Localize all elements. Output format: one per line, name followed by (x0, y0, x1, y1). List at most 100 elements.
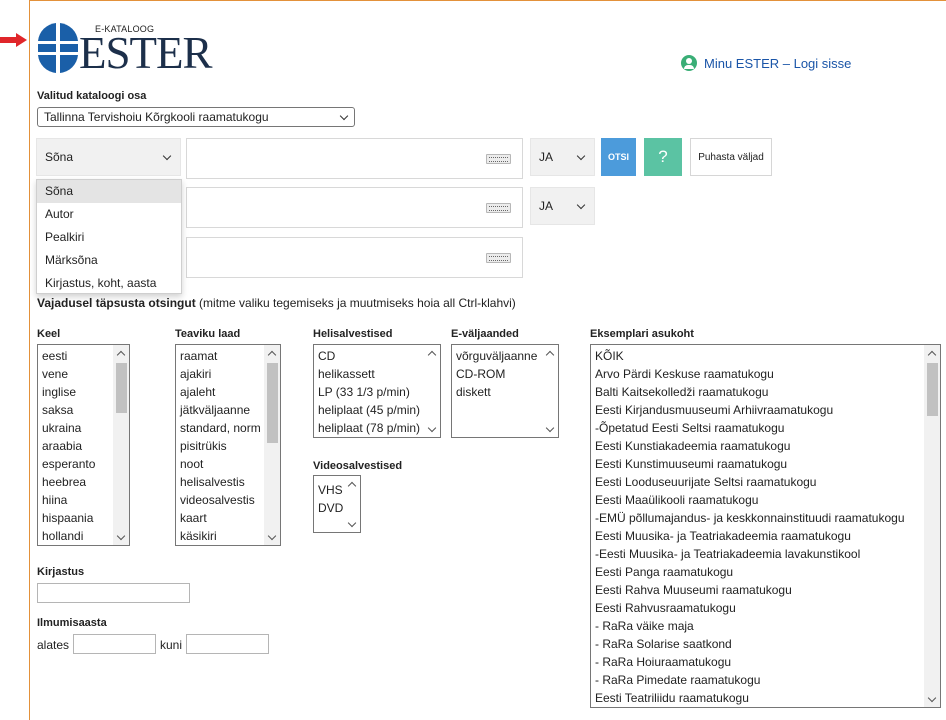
list-option[interactable]: -EMÜ põllumajandus- ja keskkonnainstituu… (595, 509, 940, 527)
list-option[interactable]: - RaRa väike maja (595, 617, 940, 635)
video-label: Videosalvestised (313, 460, 403, 472)
year-label: Ilmumisaasta (37, 617, 107, 629)
refine-hint-text: (mitme valiku tegemiseks ja muutmiseks h… (195, 296, 516, 310)
logo-mark-icon (38, 23, 78, 73)
chevron-down-icon (577, 202, 585, 210)
list-option[interactable]: Eesti Kirjandusmuuseumi Arhiivraamatukog… (595, 401, 940, 419)
search-input-2[interactable] (186, 187, 523, 228)
scroll-up-icon[interactable] (347, 479, 357, 489)
eformat-label: E-väljaanded (451, 328, 519, 340)
language-label: Keel (37, 328, 61, 340)
search-field-select-1[interactable]: Sõna (36, 138, 181, 176)
list-option[interactable]: Eesti Panga raamatukogu (595, 563, 940, 581)
keyboard-icon[interactable] (486, 154, 511, 164)
scroll-thumb[interactable] (927, 363, 938, 416)
scroll-down-icon[interactable] (927, 694, 937, 704)
scroll-up-icon[interactable] (927, 348, 937, 358)
list-option[interactable]: Eesti Rahvusraamatukogu (595, 599, 940, 617)
scroll-up-icon[interactable] (545, 348, 555, 358)
list-option[interactable]: Eesti Kunstiakadeemia raamatukogu (595, 437, 940, 455)
dropdown-option-pealkiri[interactable]: Pealkiri (37, 226, 181, 249)
list-option[interactable]: Eesti Teatriliidu raamatukogu (595, 689, 940, 707)
video-scrollbar[interactable] (344, 476, 360, 532)
location-scrollbar[interactable] (924, 345, 940, 707)
list-option[interactable]: KÕIK (595, 347, 940, 365)
scroll-up-icon[interactable] (427, 348, 437, 358)
list-option[interactable]: - RaRa Pimedate raamatukogu (595, 671, 940, 689)
material-label: Teaviku laad (175, 328, 241, 340)
search-input-3[interactable] (186, 237, 523, 278)
operator-select-2[interactable]: JA (530, 187, 595, 225)
audio-options: CD helikassett LP (33 1/3 p/min) heliplaat … (314, 345, 440, 437)
chevron-down-icon (340, 113, 348, 121)
chevron-down-icon (163, 153, 171, 161)
user-icon (681, 55, 697, 71)
language-listbox[interactable]: eesti vene inglise saksa ukraina araabia esper… (37, 344, 130, 546)
list-option[interactable]: Arvo Pärdi Keskuse raamatukogu (595, 365, 940, 383)
list-option[interactable]: Eesti Looduseuurijate Seltsi raamatukogu (595, 473, 940, 491)
list-option[interactable]: Balti Kaitsekolledži raamatukogu (595, 383, 940, 401)
location-label: Eksemplari asukoht (590, 328, 694, 340)
scroll-up-icon[interactable] (267, 348, 277, 358)
list-option[interactable]: -Eesti Muusika- ja Teatriakadeemia lavak… (595, 545, 940, 563)
ester-logo[interactable]: E-KATALOOG ESTER (36, 17, 213, 77)
scroll-down-icon[interactable] (347, 519, 357, 529)
material-scrollbar[interactable] (264, 345, 280, 545)
video-listbox[interactable]: VHS DVD (313, 475, 361, 533)
scroll-thumb[interactable] (116, 363, 127, 413)
list-option[interactable]: Eesti Muusika- ja Teatriakadeemia raamat… (595, 527, 940, 545)
keyboard-icon[interactable] (486, 203, 511, 213)
keyboard-icon[interactable] (486, 253, 511, 263)
list-option[interactable]: Eesti Rahva Muuseumi raamatukogu (595, 581, 940, 599)
audio-scrollbar[interactable] (424, 345, 440, 437)
list-option[interactable]: heliplaat (45 p/min) (318, 401, 440, 419)
year-from-input[interactable] (73, 634, 156, 654)
login-label: Minu ESTER – Logi sisse (704, 55, 852, 71)
operator-value-2: JA (539, 199, 554, 213)
list-option[interactable]: - RaRa Solarise saatkond (595, 635, 940, 653)
location-options: KÕIK Arvo Pärdi Keskuse raamatukogu Balti … (591, 345, 940, 707)
location-listbox[interactable]: KÕIK Arvo Pärdi Keskuse raamatukogu Balti … (590, 344, 941, 708)
logo-wordmark: ESTER (79, 28, 213, 78)
help-button[interactable]: ? (644, 138, 682, 176)
year-to-input[interactable] (186, 634, 269, 654)
pointer-arrow-icon (0, 33, 27, 47)
operator-select-1[interactable]: JA (530, 138, 595, 176)
search-field-dropdown[interactable]: Sõna Autor Pealkiri Märksõna Kirjastus, … (36, 179, 182, 294)
search-field-value-1: Sõna (45, 150, 74, 164)
refine-hint-bold: Vajadusel täpsusta otsingut (37, 296, 196, 310)
scroll-down-icon[interactable] (116, 532, 126, 542)
refine-hint: Vajadusel täpsusta otsingut (mitme valik… (37, 296, 516, 310)
scroll-thumb[interactable] (267, 363, 278, 443)
catalog-select[interactable]: Tallinna Tervishoiu Kõrgkooli raamatukog… (37, 107, 355, 127)
publisher-input[interactable] (37, 583, 190, 603)
list-option[interactable]: heliplaat (78 p/min) (318, 419, 440, 437)
scroll-down-icon[interactable] (267, 532, 277, 542)
scroll-down-icon[interactable] (545, 424, 555, 434)
dropdown-option-sona[interactable]: Sõna (37, 180, 181, 203)
language-scrollbar[interactable] (113, 345, 129, 545)
search-input-1[interactable] (186, 138, 523, 179)
eformat-scrollbar[interactable] (542, 345, 558, 437)
list-option[interactable]: helikassett (318, 365, 440, 383)
login-link[interactable]: Minu ESTER – Logi sisse (681, 55, 851, 71)
list-option[interactable]: Eesti Kunstimuuseumi raamatukogu (595, 455, 940, 473)
dropdown-option-autor[interactable]: Autor (37, 203, 181, 226)
list-option[interactable]: - RaRa Hoiuraamatukogu (595, 653, 940, 671)
list-option[interactable]: Eesti Maaülikooli raamatukogu (595, 491, 940, 509)
publisher-label: Kirjastus (37, 566, 85, 578)
list-option[interactable]: CD (318, 347, 440, 365)
material-listbox[interactable]: raamat ajakiri ajaleht jätkväljaanne standar… (175, 344, 281, 546)
year-to-label: kuni (160, 638, 183, 652)
clear-fields-button[interactable]: Puhasta väljad (690, 138, 772, 176)
eformat-listbox[interactable]: võrguväljaanne CD-ROM diskett (451, 344, 559, 438)
list-option[interactable]: -Õpetatud Eesti Seltsi raamatukogu (595, 419, 940, 437)
dropdown-option-kirjastus[interactable]: Kirjastus, koht, aasta (37, 272, 181, 295)
dropdown-option-marksona[interactable]: Märksõna (37, 249, 181, 272)
audio-listbox[interactable]: CD helikassett LP (33 1/3 p/min) heliplaat … (313, 344, 441, 438)
scroll-up-icon[interactable] (116, 348, 126, 358)
search-button[interactable]: OTSI (601, 138, 636, 176)
list-option[interactable]: LP (33 1/3 p/min) (318, 383, 440, 401)
year-from-label: alates (37, 638, 70, 652)
scroll-down-icon[interactable] (427, 424, 437, 434)
